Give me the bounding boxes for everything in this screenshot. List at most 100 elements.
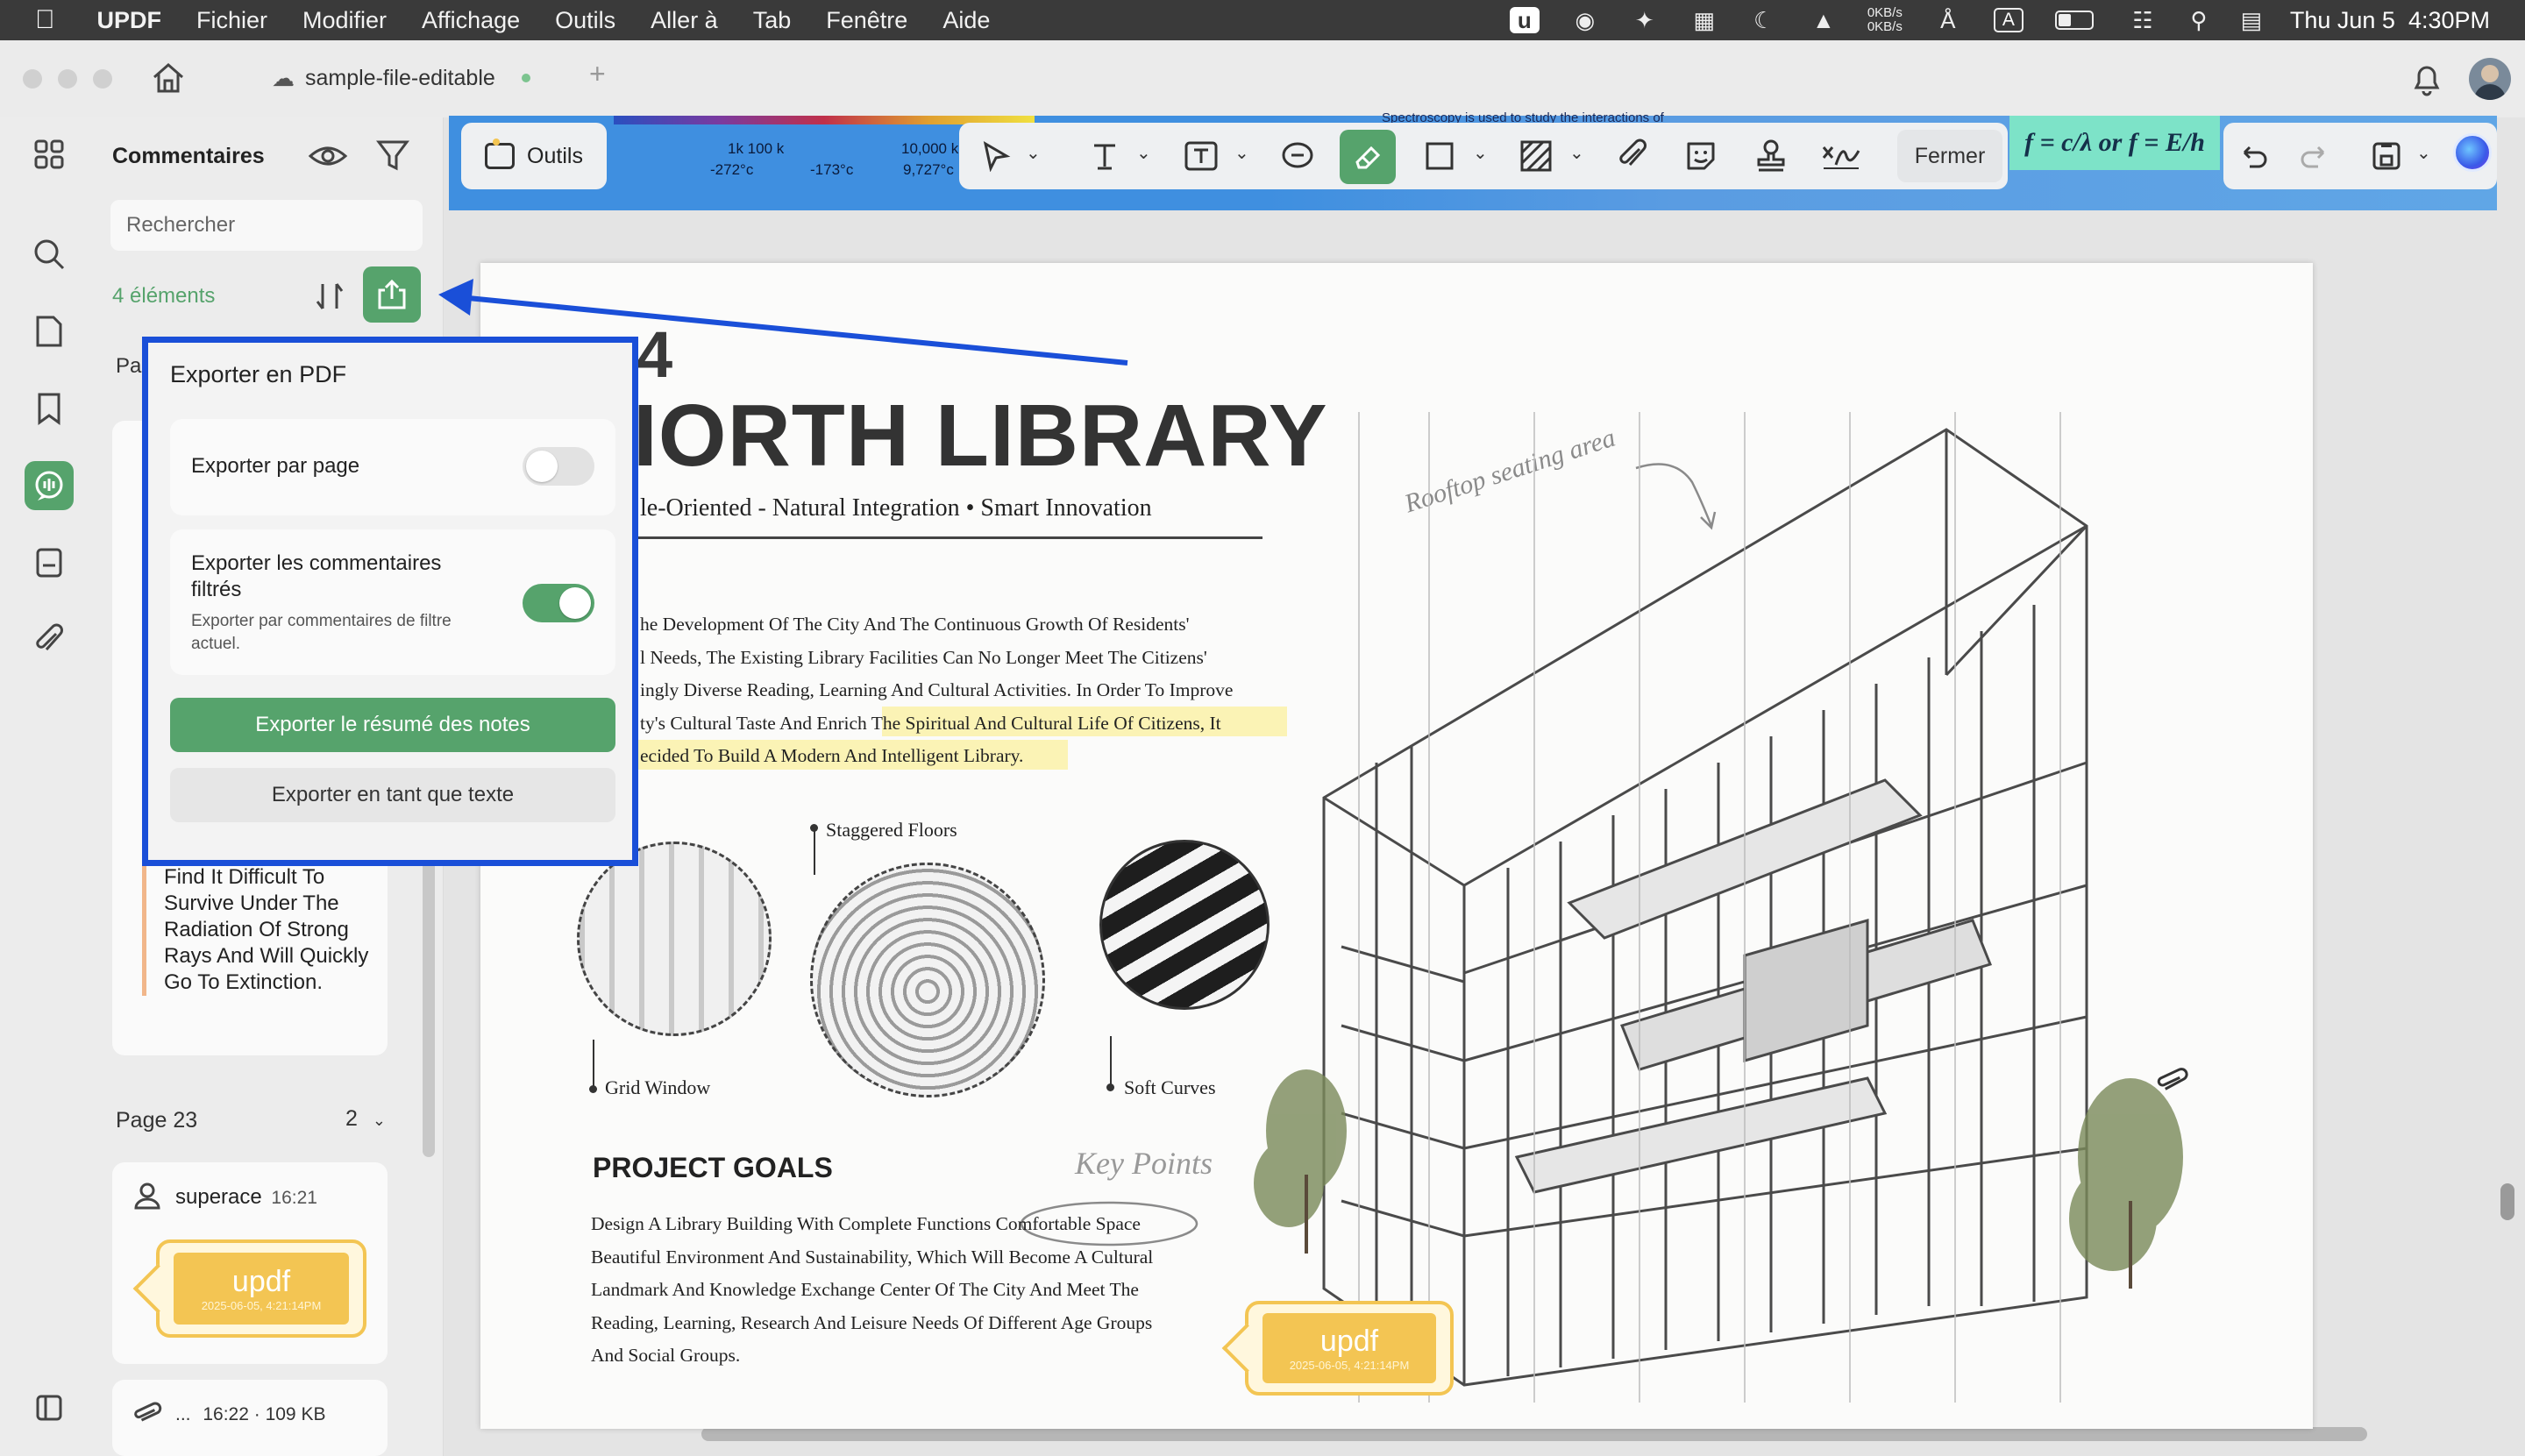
forms-icon[interactable] <box>25 538 74 587</box>
input-source-icon[interactable]: A <box>1993 8 2024 32</box>
export-button[interactable] <box>363 266 421 323</box>
menu-affichage[interactable]: Affichage <box>422 7 520 34</box>
grid-window-image <box>577 842 772 1036</box>
apple-icon[interactable]:  <box>35 5 55 35</box>
sidebar-toggle-icon[interactable] <box>25 1383 74 1432</box>
window-close-button[interactable] <box>23 69 42 89</box>
paperclip-icon <box>132 1399 163 1431</box>
option2-toggle[interactable] <box>523 584 594 622</box>
main-vertical-scrollbar[interactable] <box>2500 1183 2514 1220</box>
tab-title: sample-file-editable <box>305 65 495 90</box>
window-zoom-button[interactable] <box>93 69 112 89</box>
net-up: 0KB/s <box>1867 5 1903 20</box>
page-header-partial: Pa <box>116 354 142 378</box>
export-summary-button[interactable]: Exporter le résumé des notes <box>170 698 615 752</box>
chevron-down-icon[interactable]: ⌄ <box>1136 142 1151 164</box>
sticker-tool-icon[interactable] <box>1680 135 1722 177</box>
menu-app-name[interactable]: UPDF <box>97 7 162 34</box>
panel-title: Commentaires <box>112 144 265 168</box>
pages-icon[interactable] <box>25 307 74 356</box>
textbox-tool-icon[interactable] <box>1180 135 1222 177</box>
bird-icon[interactable]: ✦ <box>1631 7 1659 33</box>
staggered-pointer <box>814 827 815 875</box>
comments-rail-icon[interactable] <box>25 461 74 510</box>
net-down: 0KB/s <box>1867 19 1903 34</box>
page-stamp[interactable]: updf 2025-06-05, 4:21:14PM <box>1221 1301 1454 1396</box>
rectangle-tool-icon[interactable] <box>1419 135 1461 177</box>
chevron-down-icon[interactable]: ⌄ <box>1569 142 1584 164</box>
chevron-down-icon: ⌄ <box>372 1112 386 1129</box>
eraser-icon <box>1355 146 1381 169</box>
comment-bubble-icon[interactable] <box>1277 135 1319 177</box>
bookmark-icon[interactable] <box>25 384 74 433</box>
attachment-info: ... 16:22 · 109 KB <box>175 1404 325 1425</box>
goals-title: PROJECT GOALS <box>593 1152 833 1183</box>
spectrum-label-3: -173°c <box>810 161 854 178</box>
menu-aller[interactable]: Aller à <box>651 7 718 34</box>
chevron-down-icon[interactable]: ⌄ <box>1026 142 1041 164</box>
bluetooth-icon[interactable]: Å <box>1934 7 1962 33</box>
attachment-meta: 16:22 · 109 KB <box>203 1404 326 1424</box>
sort-icon[interactable] <box>312 279 347 314</box>
grid-window-dot <box>589 1085 597 1093</box>
close-annotation-button[interactable]: Fermer <box>1897 130 2002 182</box>
items-count: 4 éléments <box>112 284 216 308</box>
menu-aide[interactable]: Aide <box>942 7 990 34</box>
panel-stamp-text: updf <box>231 1265 291 1298</box>
unsaved-dot-icon <box>521 74 530 82</box>
callout-arrow <box>438 279 1128 366</box>
moon-icon[interactable]: ☾ <box>1750 7 1778 33</box>
bookmark-status-icon[interactable]: ▦ <box>1690 7 1718 33</box>
search-icon[interactable] <box>25 230 74 279</box>
search-menubar-icon[interactable]: ⚲ <box>2185 7 2213 33</box>
search-placeholder: Rechercher <box>126 213 236 237</box>
filter-icon[interactable] <box>375 138 410 174</box>
stamp-tool-icon[interactable] <box>1750 135 1792 177</box>
export-as-text-button[interactable]: Exporter en tant que texte <box>170 768 615 822</box>
search-box[interactable]: Rechercher <box>110 200 423 251</box>
redo-icon[interactable] <box>2294 135 2336 177</box>
control-center-icon[interactable]: ▤ <box>2237 7 2265 33</box>
eye-icon[interactable] <box>307 138 349 174</box>
home-icon[interactable] <box>149 60 188 95</box>
chevron-down-icon[interactable]: ⌄ <box>2416 142 2431 164</box>
datetime[interactable]: Thu Jun 5 4:30PM <box>2290 7 2490 34</box>
cloud-icon: ☁ <box>272 64 295 91</box>
notifications-icon[interactable] <box>2409 60 2444 98</box>
main-horizontal-scrollbar[interactable] <box>701 1427 2367 1441</box>
doc-title: IORTH LIBRARY <box>633 387 1328 485</box>
user-avatar[interactable] <box>2469 58 2511 100</box>
comment-time: 16:21 <box>271 1188 317 1208</box>
cat-icon[interactable]: ▲ <box>1810 7 1838 33</box>
tools-button[interactable]: Outils <box>461 123 607 189</box>
document-tab[interactable]: ☁ sample-file-editable <box>272 60 570 96</box>
save-icon[interactable] <box>2365 135 2408 177</box>
menu-tab[interactable]: Tab <box>753 7 792 34</box>
ai-assistant-icon[interactable] <box>2453 133 2492 172</box>
panel-stamp-date: 2025-06-05, 4:21:14PM <box>201 1299 322 1312</box>
menu-outils[interactable]: Outils <box>555 7 615 34</box>
chevron-down-icon[interactable]: ⌄ <box>1234 142 1249 164</box>
drive-icon[interactable]: ◉ <box>1571 7 1599 33</box>
wifi-icon[interactable]: ☷ <box>2129 7 2157 33</box>
thumbnails-icon[interactable] <box>25 130 74 179</box>
option1-toggle[interactable] <box>523 447 594 486</box>
attach-tool-icon[interactable] <box>1611 135 1654 177</box>
page-attachment-icon[interactable] <box>2153 1062 2188 1101</box>
attachment-rail-icon[interactable] <box>25 615 74 664</box>
page23-count[interactable]: 2 ⌄ <box>345 1106 386 1132</box>
updf-status-icon[interactable]: u <box>1509 7 1540 33</box>
text-tool-icon[interactable] <box>1084 135 1126 177</box>
area-tool-icon[interactable] <box>1515 135 1557 177</box>
menu-fenetre[interactable]: Fenêtre <box>826 7 907 34</box>
menu-modifier[interactable]: Modifier <box>302 7 387 34</box>
new-tab-button[interactable]: + <box>589 58 606 90</box>
chevron-down-icon[interactable]: ⌄ <box>1473 142 1488 164</box>
signature-tool-icon[interactable] <box>1820 135 1862 177</box>
battery-icon[interactable] <box>2054 11 2094 30</box>
eraser-tool-button[interactable] <box>1340 130 1396 184</box>
undo-icon[interactable] <box>2232 135 2274 177</box>
select-arrow-icon[interactable] <box>975 135 1017 177</box>
menu-fichier[interactable]: Fichier <box>196 7 267 34</box>
window-minimize-button[interactable] <box>58 69 77 89</box>
